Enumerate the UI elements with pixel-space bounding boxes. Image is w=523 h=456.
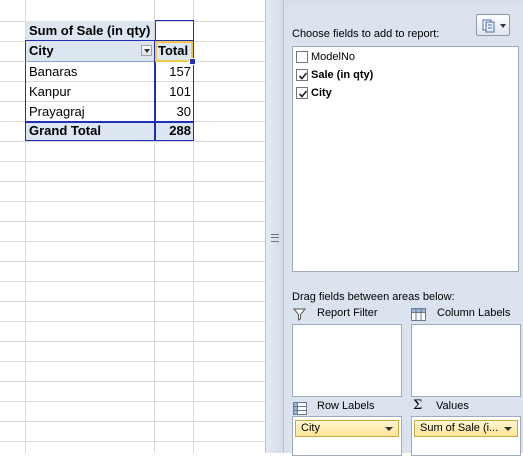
field-label: ModelNo [311, 51, 356, 63]
values-title: Values [436, 400, 469, 412]
column-labels-icon [411, 306, 426, 325]
grid-row-line [0, 161, 265, 162]
report-filter-title: Report Filter [317, 307, 378, 319]
grid-row-line [0, 401, 265, 402]
row-labels-area[interactable]: City [292, 416, 402, 456]
pane-splitter[interactable] [265, 0, 284, 453]
checkbox[interactable] [296, 69, 308, 81]
pivot-row-label[interactable]: Kanpur [29, 82, 71, 102]
splitter-grip-icon[interactable] [271, 234, 279, 242]
grid-row-line [0, 421, 265, 422]
pivot-row-header[interactable]: City [29, 41, 54, 61]
pivot-row-label[interactable]: Banaras [29, 62, 77, 82]
row-chip-label: City [301, 422, 320, 434]
column-labels-area[interactable] [411, 324, 521, 397]
values-chip-label: Sum of Sale (i... [420, 422, 499, 434]
row-filter-dropdown-icon[interactable] [141, 45, 152, 56]
pivot-row-value[interactable]: 101 [156, 82, 191, 102]
row-labels-chip[interactable]: City [295, 420, 399, 437]
values-area[interactable]: Sum of Sale (i... [411, 416, 521, 456]
chevron-down-icon [500, 24, 506, 28]
grid-row-line [0, 381, 265, 382]
values-chip[interactable]: Sum of Sale (i... [414, 420, 518, 437]
chevron-down-icon[interactable] [385, 427, 393, 431]
pivot-row-value[interactable]: 30 [156, 102, 191, 122]
grid-row-line [0, 341, 265, 342]
field-label: City [311, 87, 332, 99]
column-labels-title: Column Labels [437, 307, 511, 319]
grid-row-line [0, 281, 265, 282]
grid-row-line [0, 261, 265, 262]
pivot-title-value-border [155, 20, 194, 42]
grid-row-line [0, 221, 265, 222]
grid-row-line [0, 361, 265, 362]
pivot-value-header[interactable]: Total [158, 41, 188, 61]
pivot-row-value[interactable]: 157 [156, 62, 191, 82]
sigma-icon: Σ [413, 398, 423, 413]
grid-row-line [0, 201, 265, 202]
pivot-title[interactable]: Sum of Sale (in qty) [29, 21, 150, 41]
drag-fields-label: Drag fields between areas below: [292, 291, 455, 303]
row-labels-title: Row Labels [317, 400, 375, 412]
grid-row-line [0, 301, 265, 302]
grid-row-line [0, 241, 265, 242]
grid-row-line [0, 321, 265, 322]
field-label: Sale (in qty) [311, 69, 374, 81]
grid-row-line [0, 141, 265, 142]
checkbox[interactable] [296, 87, 308, 99]
report-filter-area[interactable] [292, 324, 402, 397]
worksheet[interactable]: Sum of Sale (in qty) City Total Banaras 1… [0, 0, 265, 453]
grand-total-label[interactable]: Grand Total [29, 121, 101, 141]
grand-total-value[interactable]: 288 [156, 121, 191, 141]
checkbox[interactable] [296, 51, 308, 63]
field-list-layout-button[interactable] [476, 14, 510, 36]
grid-row-line [0, 441, 265, 442]
grid-row-line [0, 181, 265, 182]
pivot-row-label[interactable]: Prayagraj [29, 102, 85, 122]
layout-icon [482, 18, 496, 37]
chevron-down-icon[interactable] [504, 427, 512, 431]
field-list-box[interactable]: ModelNo Sale (in qty) City [292, 46, 519, 272]
choose-fields-label: Choose fields to add to report: [292, 28, 440, 40]
filter-icon [292, 306, 307, 325]
